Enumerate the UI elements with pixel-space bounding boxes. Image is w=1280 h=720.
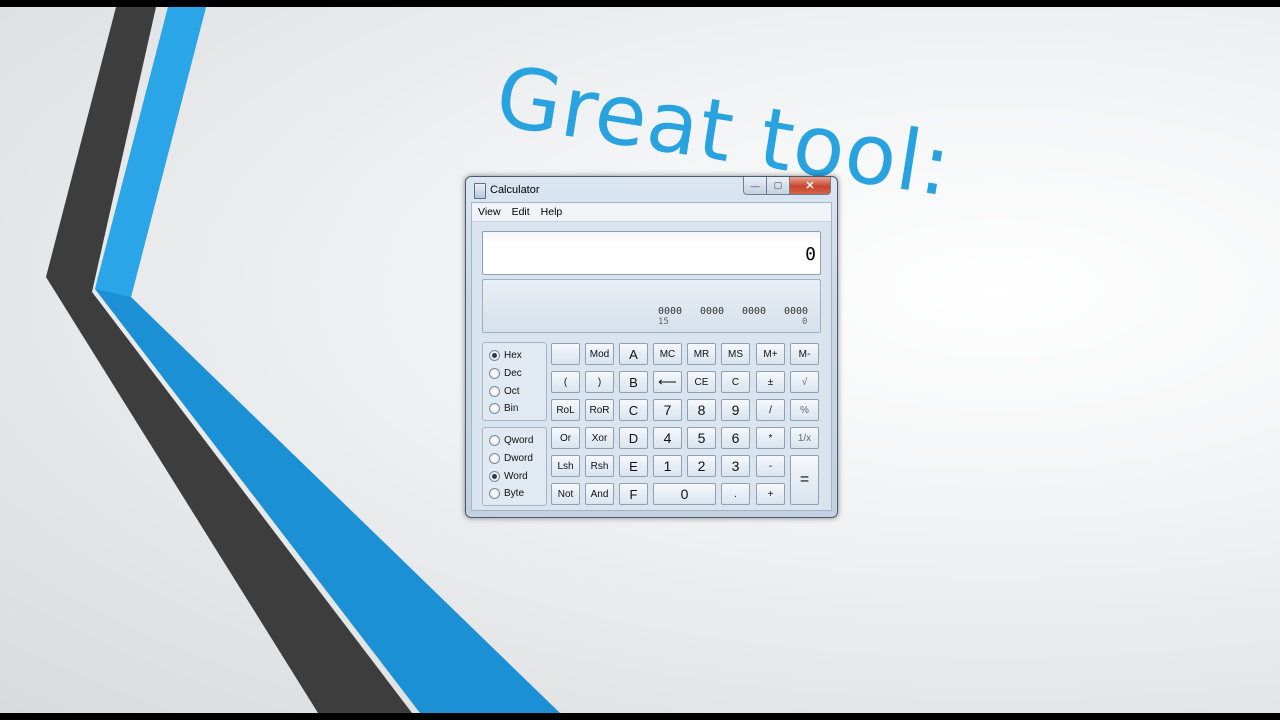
bit-group[interactable]: 0000: [700, 306, 724, 317]
hex-b-key[interactable]: B: [619, 371, 648, 393]
close-button[interactable]: ✕: [790, 177, 831, 195]
bit-group[interactable]: 0000: [784, 306, 808, 317]
memory-add-key[interactable]: M+: [756, 343, 785, 365]
left-shift-key[interactable]: Lsh: [551, 455, 580, 477]
radio-dword[interactable]: Dword: [489, 451, 533, 465]
bit-group[interactable]: 0000: [658, 306, 682, 317]
digit-6-key[interactable]: 6: [721, 427, 750, 449]
digit-3-key[interactable]: 3: [721, 455, 750, 477]
hex-e-key[interactable]: E: [619, 455, 648, 477]
divide-key[interactable]: /: [756, 399, 785, 421]
radio-button[interactable]: [489, 367, 500, 379]
menu-bar: View Edit Help: [472, 203, 831, 222]
bit-group[interactable]: 0000: [742, 306, 766, 317]
digit-8-key[interactable]: 8: [687, 399, 716, 421]
backspace-key[interactable]: ⟵: [653, 371, 682, 393]
radio-hex[interactable]: Hex: [489, 348, 522, 362]
radio-label: Word: [504, 470, 528, 482]
bit-index-left: 15: [658, 317, 669, 327]
memory-clear-key[interactable]: MC: [653, 343, 682, 365]
decimal-key[interactable]: .: [721, 483, 750, 505]
or-key[interactable]: Or: [551, 427, 580, 449]
multiply-key[interactable]: *: [756, 427, 785, 449]
radio-button[interactable]: [489, 452, 500, 464]
hex-f-key[interactable]: F: [619, 483, 648, 505]
radio-oct[interactable]: Oct: [489, 384, 520, 398]
right-shift-key[interactable]: Rsh: [585, 455, 614, 477]
calculator-body: View Edit Help 0 0000 0000 0000 0000 15 …: [471, 202, 832, 511]
radio-button[interactable]: [489, 402, 500, 414]
result-display: 0: [482, 231, 821, 275]
equals-key[interactable]: =: [790, 455, 819, 505]
reciprocal-key[interactable]: 1/x: [790, 427, 819, 449]
menu-edit[interactable]: Edit: [506, 203, 535, 221]
hex-a-key[interactable]: A: [619, 343, 648, 365]
radio-dec[interactable]: Dec: [489, 366, 522, 380]
xor-key[interactable]: Xor: [585, 427, 614, 449]
negate-key[interactable]: ±: [756, 371, 785, 393]
menu-help[interactable]: Help: [535, 203, 568, 221]
radio-button-selected[interactable]: [489, 349, 500, 361]
window-title: Calculator: [490, 184, 540, 196]
radio-label: Bin: [504, 402, 519, 414]
bit-display: 0000 0000 0000 0000 15 0: [482, 279, 821, 333]
hex-d-key[interactable]: D: [619, 427, 648, 449]
calculator-window: Calculator — ▢ ✕ View Edit Help 0 0000 0…: [465, 176, 838, 518]
radio-label: Byte: [504, 487, 525, 499]
calculator-icon: [474, 183, 486, 199]
radio-byte[interactable]: Byte: [489, 486, 524, 500]
caption-buttons: — ▢ ✕: [743, 177, 831, 195]
maximize-button[interactable]: ▢: [767, 177, 790, 195]
digit-2-key[interactable]: 2: [687, 455, 716, 477]
rotate-right-key[interactable]: RoR: [585, 399, 614, 421]
digit-1-key[interactable]: 1: [653, 455, 682, 477]
radio-label: Dword: [504, 452, 533, 464]
radio-word[interactable]: Word: [489, 469, 528, 483]
subtract-key[interactable]: -: [756, 455, 785, 477]
and-key[interactable]: And: [585, 483, 614, 505]
radio-button-selected[interactable]: [489, 470, 500, 482]
clear-key[interactable]: C: [721, 371, 750, 393]
radio-bin[interactable]: Bin: [489, 401, 518, 415]
digit-4-key[interactable]: 4: [653, 427, 682, 449]
radio-label: Oct: [504, 385, 520, 397]
memory-subtract-key[interactable]: M-: [790, 343, 819, 365]
display-value: 0: [805, 244, 816, 265]
not-key[interactable]: Not: [551, 483, 580, 505]
memory-store-key[interactable]: MS: [721, 343, 750, 365]
minimize-button[interactable]: —: [743, 177, 767, 195]
bit-index-right: 0: [802, 317, 808, 327]
hex-c-key[interactable]: C: [619, 399, 648, 421]
clear-entry-key[interactable]: CE: [687, 371, 716, 393]
sqrt-key[interactable]: √: [790, 371, 819, 393]
close-paren-key[interactable]: ): [585, 371, 614, 393]
percent-key[interactable]: %: [790, 399, 819, 421]
radix-group: Hex Dec Oct Bin: [482, 342, 547, 421]
mod-key[interactable]: Mod: [585, 343, 614, 365]
wordsize-group: Qword Dword Word Byte: [482, 427, 547, 506]
radio-label: Dec: [504, 367, 522, 379]
blank-key[interactable]: [551, 343, 580, 365]
digit-0-key[interactable]: 0: [653, 483, 716, 505]
radio-button[interactable]: [489, 487, 500, 499]
digit-9-key[interactable]: 9: [721, 399, 750, 421]
memory-recall-key[interactable]: MR: [687, 343, 716, 365]
open-paren-key[interactable]: (: [551, 371, 580, 393]
radio-button[interactable]: [489, 434, 500, 446]
digit-7-key[interactable]: 7: [653, 399, 682, 421]
menu-view[interactable]: View: [472, 203, 506, 221]
title-bar[interactable]: Calculator — ▢ ✕: [466, 177, 837, 203]
radio-label: Hex: [504, 349, 522, 361]
rotate-left-key[interactable]: RoL: [551, 399, 580, 421]
digit-5-key[interactable]: 5: [687, 427, 716, 449]
radio-qword[interactable]: Qword: [489, 433, 533, 447]
add-key[interactable]: +: [756, 483, 785, 505]
radio-button[interactable]: [489, 385, 500, 397]
radio-label: Qword: [504, 434, 534, 446]
